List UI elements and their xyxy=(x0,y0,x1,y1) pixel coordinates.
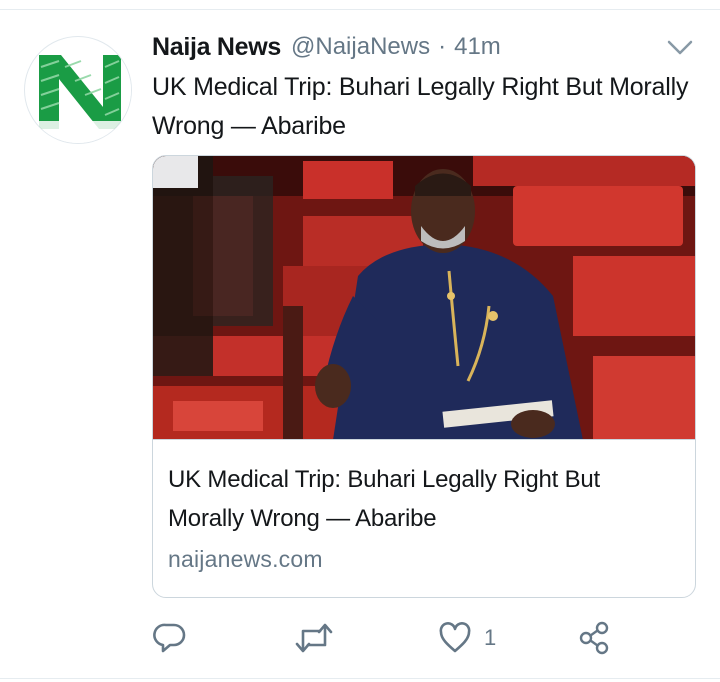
author-name[interactable]: Naija News xyxy=(152,33,281,62)
link-card[interactable]: UK Medical Trip: Buhari Legally Right Bu… xyxy=(152,155,696,598)
timestamp[interactable]: 41m xyxy=(454,33,501,61)
divider xyxy=(0,678,720,679)
reply-button[interactable] xyxy=(152,618,188,658)
card-image[interactable] xyxy=(153,156,695,440)
tweet[interactable]: Naija News @NaijaNews · 41m UK Medical T… xyxy=(0,0,720,682)
avatar[interactable] xyxy=(24,36,132,144)
share-icon xyxy=(579,621,609,655)
reply-icon xyxy=(153,623,186,653)
retweet-button[interactable] xyxy=(294,618,334,658)
card-domain: naijanews.com xyxy=(168,546,323,572)
card-title[interactable]: UK Medical Trip: Buhari Legally Right Bu… xyxy=(168,460,678,538)
tweet-header: Naija News @NaijaNews · 41m xyxy=(152,30,501,64)
like-count: 1 xyxy=(484,625,497,650)
naijanews-logo-icon xyxy=(26,38,131,143)
share-button[interactable] xyxy=(578,618,612,658)
author-handle[interactable]: @NaijaNews xyxy=(291,33,430,61)
divider xyxy=(0,9,720,10)
like-button[interactable]: 1 xyxy=(438,618,496,658)
heart-icon xyxy=(439,622,471,653)
retweet-icon xyxy=(295,623,333,653)
tweet-text: UK Medical Trip: Buhari Legally Right Bu… xyxy=(152,73,689,140)
photo-senator-speaking xyxy=(153,156,695,439)
chevron-down-icon[interactable] xyxy=(664,36,696,60)
separator-dot: · xyxy=(438,33,447,60)
action-bar: 1 xyxy=(152,618,696,658)
